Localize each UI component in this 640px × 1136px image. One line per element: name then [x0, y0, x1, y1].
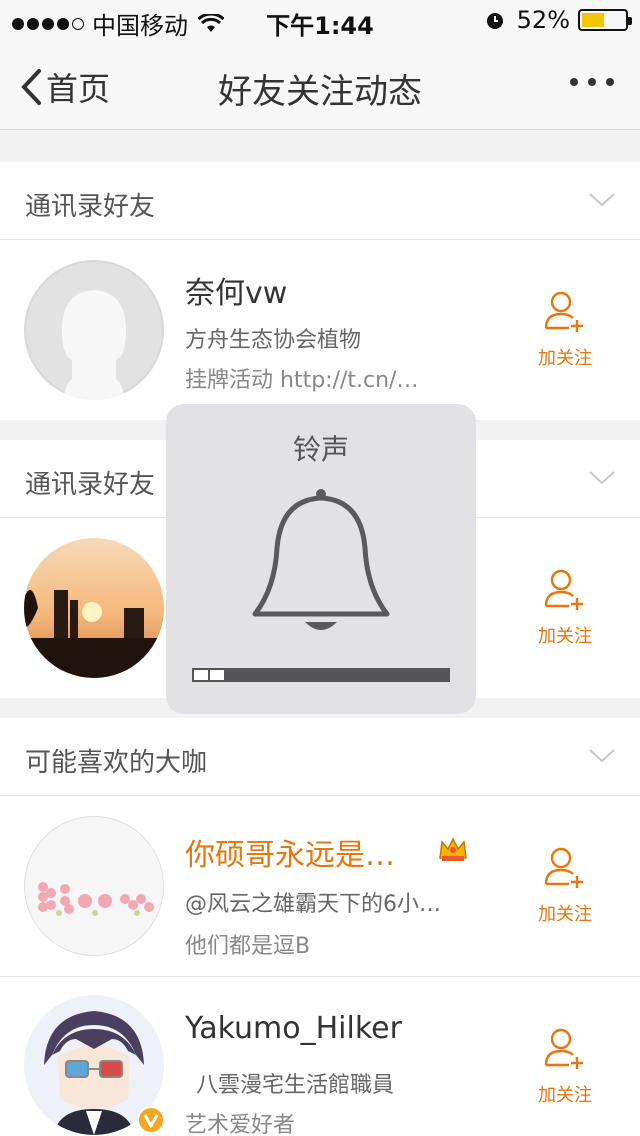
volume-level-bar — [192, 668, 450, 682]
follow-button[interactable]: 加关注 — [530, 568, 600, 648]
volume-hud: 铃声 — [166, 404, 476, 714]
user-name[interactable]: 奈何vw — [185, 268, 287, 312]
chevron-down-icon[interactable] — [588, 748, 616, 764]
user-desc: 方舟生态协会植物 — [185, 328, 362, 353]
user-desc-2: 挂牌活动 http://t.cn/… — [185, 368, 419, 393]
section-title: 通讯录好友 — [25, 192, 156, 222]
follow-button[interactable]: 加关注 — [530, 1027, 600, 1107]
chevron-down-icon[interactable] — [588, 470, 616, 486]
follow-label: 加关注 — [538, 904, 592, 925]
bell-icon — [252, 489, 390, 630]
more-dots-icon — [570, 78, 578, 86]
hud-title: 铃声 — [292, 433, 349, 466]
bloom-flower-image — [25, 817, 163, 955]
add-user-icon — [544, 291, 583, 332]
follow-label: 加关注 — [538, 626, 592, 647]
more-button[interactable] — [570, 78, 614, 86]
list-item[interactable]: 奈何vw 方舟生态协会植物 挂牌活动 http://t.cn/… 加关注 — [0, 240, 640, 420]
nav-bar: 首页 好友关注动态 — [0, 40, 640, 130]
avatar[interactable] — [24, 816, 164, 956]
default-avatar-icon — [26, 262, 162, 400]
battery-percent: 52% — [516, 6, 570, 34]
alarm-icon — [486, 13, 503, 29]
chevron-down-icon[interactable] — [588, 192, 616, 208]
follow-button[interactable]: 加关注 — [530, 846, 600, 926]
user-desc: 八雲漫宅生活館職員 — [196, 1073, 395, 1098]
add-user-icon — [544, 847, 583, 888]
status-right: 52% — [485, 6, 632, 34]
user-name[interactable]: Yakumo_Hilker — [185, 1011, 402, 1046]
status-bar: 中国移动 下午1:44 52% — [0, 0, 640, 40]
battery-icon — [578, 9, 632, 31]
user-desc-2: 他们都是逗B — [185, 934, 311, 959]
add-user-icon — [544, 1028, 583, 1069]
section-title: 可能喜欢的大咖 — [25, 748, 208, 778]
add-user-icon — [544, 569, 583, 610]
section-header-contacts[interactable]: 通讯录好友 — [0, 162, 640, 240]
follow-label: 加关注 — [538, 1085, 592, 1106]
avatar[interactable] — [24, 260, 164, 400]
user-desc: @风云之雄霸天下的6小… — [185, 892, 441, 917]
user-desc-2: 艺术爱好者 — [185, 1113, 296, 1136]
user-name[interactable]: 你硕哥永远是… — [185, 830, 395, 874]
sunset-photo — [24, 538, 164, 678]
volume-segment — [210, 670, 225, 680]
page-title: 好友关注动态 — [218, 72, 422, 112]
list-item[interactable]: 你硕哥永远是… @风云之雄霸天下的6小… 他们都是逗B 加关注 — [0, 796, 640, 976]
verified-badge-icon — [137, 1106, 165, 1134]
section-header-recommended[interactable]: 可能喜欢的大咖 — [0, 718, 640, 796]
crown-badge-icon — [439, 837, 467, 861]
volume-segment — [194, 670, 209, 680]
follow-button[interactable]: 加关注 — [530, 290, 600, 370]
section-title: 通讯录好友 — [25, 470, 156, 500]
follow-label: 加关注 — [538, 348, 592, 369]
avatar[interactable] — [24, 538, 164, 678]
list-item[interactable]: Yakumo_Hilker 八雲漫宅生活館職員 艺术爱好者 加关注 — [0, 977, 640, 1136]
